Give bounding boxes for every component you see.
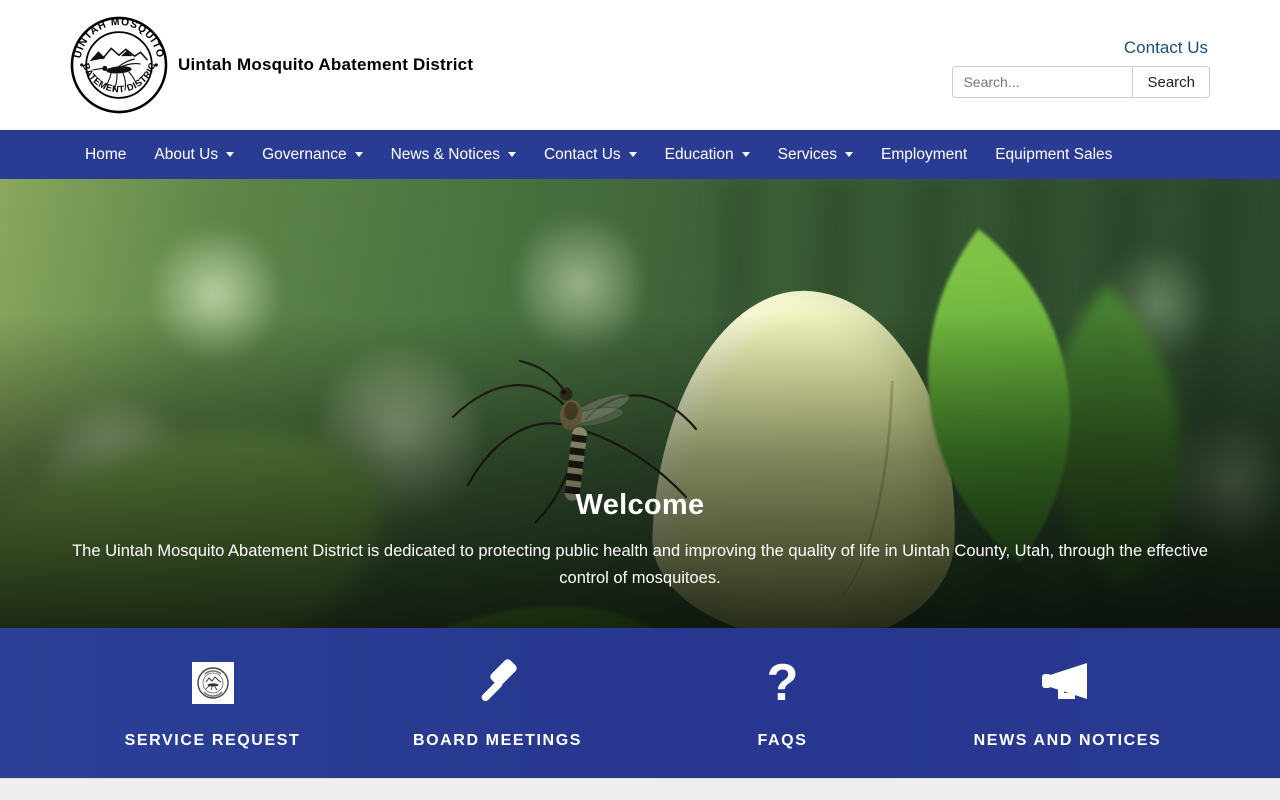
search-button[interactable]: Search (1132, 66, 1210, 98)
nav-item-contact-us[interactable]: Contact Us (530, 130, 651, 179)
caret-down-icon (226, 152, 235, 157)
hero-banner: Welcome The Uintah Mosquito Abatement Di… (0, 179, 1280, 628)
brand[interactable]: UINTAH MOSQUITO ABATEMENT DISTRICT (70, 16, 473, 114)
footer-strip (0, 778, 1280, 800)
quick-link-service-request[interactable]: SERVICE REQUEST (70, 656, 355, 750)
caret-down-icon (741, 152, 750, 157)
caret-down-icon (354, 152, 363, 157)
quick-link-label: BOARD MEETINGS (412, 732, 583, 749)
site-title: Uintah Mosquito Abatement District (178, 55, 474, 74)
nav-item-employment[interactable]: Employment (867, 130, 981, 179)
quick-link-news-and-notices[interactable]: NEWS AND NOTICES (925, 656, 1210, 750)
caret-down-icon (845, 152, 854, 157)
header-contact-us-link[interactable]: Contact Us (1124, 38, 1208, 58)
hero-title: Welcome (575, 489, 705, 521)
gavel-icon (481, 659, 517, 702)
search-form: Search (952, 66, 1210, 98)
megaphone-icon (1041, 663, 1087, 699)
quick-link-label: SERVICE REQUEST (124, 732, 301, 749)
main-navigation: Home About Us Governance News & Notices … (0, 130, 1280, 179)
quick-link-board-meetings[interactable]: BOARD MEETINGS (355, 656, 640, 750)
question-mark-icon: ? (766, 654, 799, 712)
caret-down-icon (507, 152, 516, 157)
nav-item-news-notices[interactable]: News & Notices (377, 130, 530, 179)
nav-item-education[interactable]: Education (651, 130, 764, 179)
nav-item-services[interactable]: Services (764, 130, 867, 179)
nav-item-home[interactable]: Home (70, 130, 140, 179)
nav-item-governance[interactable]: Governance (248, 130, 376, 179)
district-seal-logo: UINTAH MOSQUITO ABATEMENT DISTRICT (70, 16, 168, 114)
search-input[interactable] (952, 66, 1133, 98)
caret-down-icon (628, 152, 637, 157)
hero-description: The Uintah Mosquito Abatement District i… (72, 542, 1208, 587)
nav-item-equipment-sales[interactable]: Equipment Sales (981, 130, 1126, 179)
site-header: UINTAH MOSQUITO ABATEMENT DISTRICT (0, 0, 1280, 130)
quick-links-section: SERVICE REQUEST BOARD MEETINGS ? FAQS NE… (0, 628, 1280, 778)
quick-link-label: NEWS AND NOTICES (973, 732, 1162, 749)
district-seal-icon (191, 662, 234, 704)
quick-link-faqs[interactable]: ? FAQS (640, 656, 925, 750)
nav-item-about-us[interactable]: About Us (140, 130, 248, 179)
quick-link-label: FAQS (757, 732, 808, 749)
